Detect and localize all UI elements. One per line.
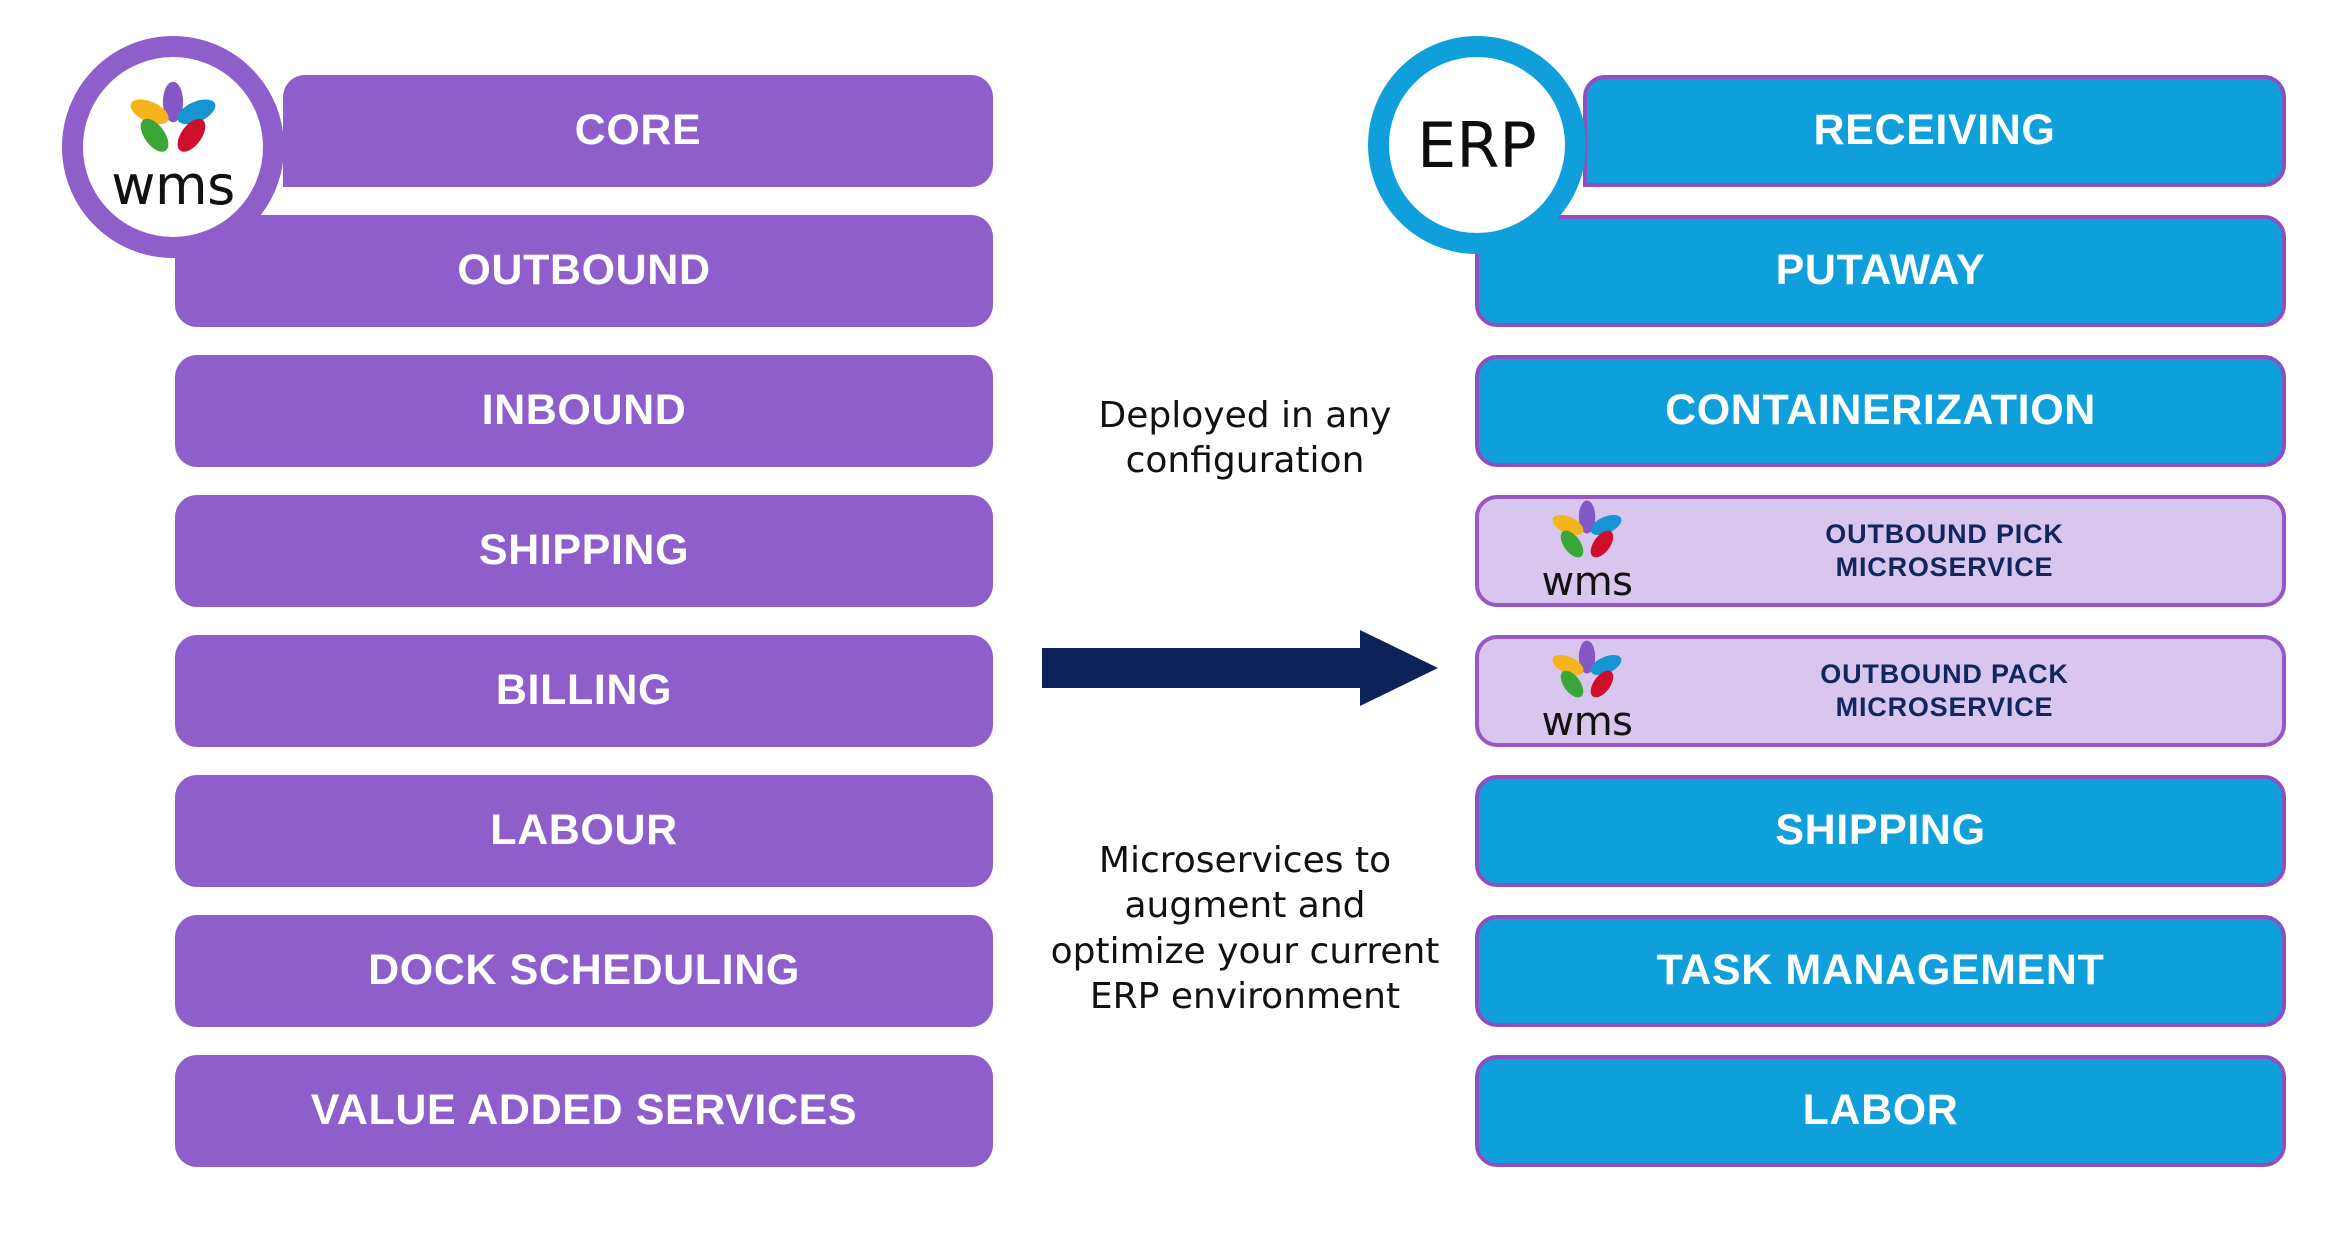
wms-item-dock-scheduling[interactable]: DOCK SCHEDULING bbox=[175, 915, 993, 1027]
erp-item-label: TASK MANAGEMENT bbox=[1656, 946, 2105, 995]
wms-flower-icon bbox=[130, 81, 216, 152]
wms-item-core[interactable]: CORE bbox=[283, 75, 993, 187]
wms-item-label: INBOUND bbox=[481, 386, 687, 435]
right-arrow-icon bbox=[1042, 630, 1438, 706]
erp-item-label: PUTAWAY bbox=[1775, 246, 1986, 295]
wms-item-inbound[interactable]: INBOUND bbox=[175, 355, 993, 467]
erp-item-label: OUTBOUND PACK MICROSERVICE bbox=[1820, 659, 2069, 722]
erp-badge: ERP bbox=[1368, 36, 1586, 254]
erp-item-label: SHIPPING bbox=[1775, 806, 1986, 855]
wms-item-outbound[interactable]: OUTBOUND bbox=[175, 215, 993, 327]
wms-item-label: DOCK SCHEDULING bbox=[368, 946, 800, 995]
wms-item-shipping[interactable]: SHIPPING bbox=[175, 495, 993, 607]
wms-item-billing[interactable]: BILLING bbox=[175, 635, 993, 747]
erp-item-receiving[interactable]: RECEIVING bbox=[1583, 75, 2286, 187]
wms-item-label: LABOUR bbox=[490, 806, 678, 855]
wms-item-label: CORE bbox=[574, 106, 702, 155]
erp-item-putaway[interactable]: PUTAWAY bbox=[1475, 215, 2286, 327]
wms-item-value-added-services[interactable]: VALUE ADDED SERVICES bbox=[175, 1055, 993, 1167]
wms-item-label: SHIPPING bbox=[478, 526, 690, 575]
erp-item-shipping[interactable]: SHIPPING bbox=[1475, 775, 2286, 887]
erp-item-labor[interactable]: LABOR bbox=[1475, 1055, 2286, 1167]
erp-item-label: CONTAINERIZATION bbox=[1665, 386, 2096, 435]
erp-item-outbound-pack-microservice[interactable]: wms OUTBOUND PACK MICROSERVICE bbox=[1475, 635, 2286, 747]
erp-item-task-management[interactable]: TASK MANAGEMENT bbox=[1475, 915, 2286, 1027]
erp-item-outbound-pick-microservice[interactable]: wms OUTBOUND PICK MICROSERVICE bbox=[1475, 495, 2286, 607]
wms-item-labour[interactable]: LABOUR bbox=[175, 775, 993, 887]
wms-item-label: BILLING bbox=[495, 666, 673, 715]
erp-badge-label: ERP bbox=[1417, 108, 1537, 182]
wms-wordmark: wms bbox=[111, 154, 235, 217]
wms-item-label: OUTBOUND bbox=[457, 246, 711, 295]
wms-badge: wms bbox=[62, 36, 284, 258]
note-microservices-augment: Microservices to augment and optimize yo… bbox=[1050, 840, 1440, 1018]
wms-logo-icon: wms bbox=[111, 81, 235, 217]
erp-item-containerization[interactable]: CONTAINERIZATION bbox=[1475, 355, 2286, 467]
erp-item-label: RECEIVING bbox=[1813, 106, 2056, 155]
wms-item-label: VALUE ADDED SERVICES bbox=[310, 1086, 858, 1135]
erp-item-label: LABOR bbox=[1802, 1086, 1959, 1135]
note-deployed-in-any-configuration: Deployed in any configuration bbox=[1098, 395, 1392, 482]
erp-item-label: OUTBOUND PICK MICROSERVICE bbox=[1825, 519, 2064, 582]
diagram-canvas: CORE OUTBOUND INBOUND SHIPPING BILLING L… bbox=[0, 0, 2348, 1236]
